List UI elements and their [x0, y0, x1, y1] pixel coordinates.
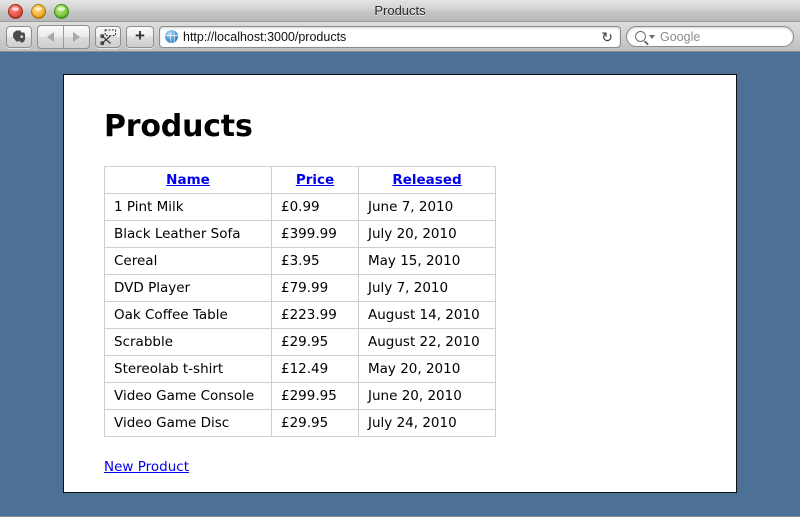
forward-button[interactable]	[63, 25, 89, 48]
table-row: Video Game Console £299.95 June 20, 2010	[104, 382, 496, 410]
chevron-down-icon[interactable]	[649, 34, 655, 39]
table-row: Black Leather Sofa £399.99 July 20, 2010	[104, 220, 496, 248]
cell-name: Stereolab t-shirt	[104, 355, 272, 383]
cell-price: £79.99	[271, 274, 359, 302]
add-button[interactable]: +	[126, 25, 154, 48]
window-title: Products	[374, 3, 426, 18]
cell-price: £29.95	[271, 328, 359, 356]
cell-released: August 22, 2010	[358, 328, 496, 356]
back-button[interactable]	[38, 26, 63, 48]
cell-name: Black Leather Sofa	[104, 220, 272, 248]
table-body: 1 Pint Milk £0.99 June 7, 2010 Black Leath…	[104, 193, 496, 437]
cell-name: Video Game Console	[104, 382, 272, 410]
cell-price: £12.49	[271, 355, 359, 383]
table-header-row: Name Price Released	[104, 166, 496, 194]
column-header-released: Released	[358, 166, 496, 194]
sort-link-released[interactable]: Released	[392, 172, 461, 188]
products-table: Name Price Released 1 Pint Milk £0.99 June…	[104, 166, 496, 437]
cell-released: July 7, 2010	[358, 274, 496, 302]
globe-icon	[165, 30, 178, 43]
cell-price: £0.99	[271, 193, 359, 221]
minimize-button[interactable]	[31, 4, 46, 19]
cell-name: Cereal	[104, 247, 272, 275]
table-row: Scrabble £29.95 August 22, 2010	[104, 328, 496, 356]
reload-icon[interactable]: ↻	[599, 30, 615, 44]
cell-price: £299.95	[271, 382, 359, 410]
window-controls	[8, 4, 69, 19]
page-title: Products	[104, 109, 253, 144]
search-placeholder: Google	[660, 29, 701, 44]
web-page: Products Name Price Released 1 Pint Milk…	[63, 74, 737, 493]
cell-price: £223.99	[271, 301, 359, 329]
cell-price: £399.99	[271, 220, 359, 248]
cell-released: May 20, 2010	[358, 355, 496, 383]
zoom-button[interactable]	[54, 4, 69, 19]
table-row: DVD Player £79.99 July 7, 2010	[104, 274, 496, 302]
cell-price: £3.95	[271, 247, 359, 275]
cell-name: Scrabble	[104, 328, 272, 356]
chevron-right-icon	[73, 31, 80, 42]
browser-toolbar: + http://localhost:3000/products ↻ Googl…	[0, 22, 800, 52]
clip-selection-button[interactable]	[95, 25, 121, 48]
close-button[interactable]	[8, 4, 23, 19]
cell-name: DVD Player	[104, 274, 272, 302]
column-header-name: Name	[104, 166, 272, 194]
cell-price: £29.95	[271, 409, 359, 437]
search-field[interactable]: Google	[626, 26, 794, 47]
cell-name: Video Game Disc	[104, 409, 272, 437]
cell-released: July 24, 2010	[358, 409, 496, 437]
sort-link-name[interactable]: Name	[166, 172, 210, 188]
evernote-clipper-button[interactable]	[6, 25, 32, 48]
navigation-buttons	[37, 24, 90, 49]
cell-released: July 20, 2010	[358, 220, 496, 248]
table-row: Oak Coffee Table £223.99 August 14, 2010	[104, 301, 496, 329]
cell-name: Oak Coffee Table	[104, 301, 272, 329]
cell-released: August 14, 2010	[358, 301, 496, 329]
cell-released: June 7, 2010	[358, 193, 496, 221]
address-bar[interactable]: http://localhost:3000/products ↻	[159, 25, 621, 48]
cell-released: May 15, 2010	[358, 247, 496, 275]
scissors-icon	[99, 28, 116, 45]
table-row: Video Game Disc £29.95 July 24, 2010	[104, 409, 496, 437]
table-row: 1 Pint Milk £0.99 June 7, 2010	[104, 193, 496, 221]
title-bar: Products	[0, 0, 800, 22]
browser-window: Products + http://localhost:3000/product…	[0, 0, 800, 517]
new-product-link[interactable]: New Product	[104, 459, 189, 475]
cell-released: June 20, 2010	[358, 382, 496, 410]
elephant-icon	[12, 30, 25, 43]
table-row: Stereolab t-shirt £12.49 May 20, 2010	[104, 355, 496, 383]
page-viewport: Products Name Price Released 1 Pint Milk…	[0, 52, 800, 516]
table-row: Cereal £3.95 May 15, 2010	[104, 247, 496, 275]
column-header-price: Price	[271, 166, 359, 194]
search-icon	[635, 31, 646, 42]
sort-link-price[interactable]: Price	[296, 172, 334, 188]
url-text: http://localhost:3000/products	[183, 29, 347, 44]
cell-name: 1 Pint Milk	[104, 193, 272, 221]
chevron-left-icon	[47, 31, 54, 42]
